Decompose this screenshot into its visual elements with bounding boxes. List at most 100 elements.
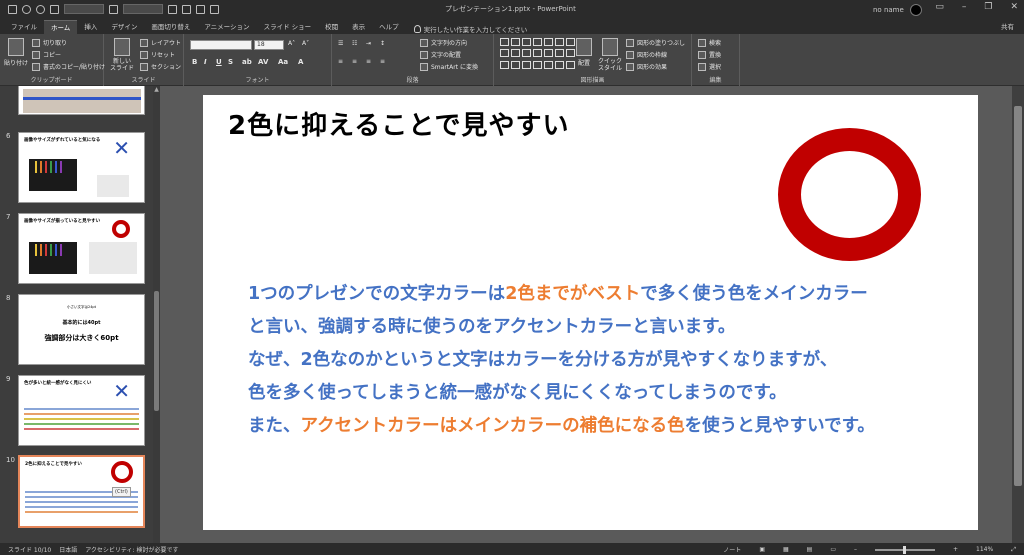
font-color-icon[interactable]: A [298,58,303,66]
bold-icon[interactable]: B [192,58,197,66]
reset-button[interactable]: リセット [140,50,175,59]
shapes-gallery[interactable] [500,38,575,70]
shapes-icon[interactable] [182,4,191,14]
shape-icon[interactable] [522,49,531,58]
shadow-icon[interactable]: S [228,58,233,66]
touch-mode-icon[interactable] [168,4,177,14]
tab-design[interactable]: デザイン [104,20,144,34]
slide-thumbnail[interactable]: 色が多いと統一感がなく見にくい ✕ [18,375,145,446]
layout-button[interactable]: レイアウト [140,38,181,47]
fit-slide-icon[interactable]: ⤢ [1011,546,1016,554]
numbering-icon[interactable]: ☷ [352,40,357,47]
strikethrough-icon[interactable]: ab [242,58,252,66]
slide-thumbnail[interactable]: 小さい文字は24pt 基本的には40pt 強調部分は大きく60pt [18,294,145,365]
slide-title[interactable]: 2色に抑えることで見やすい [228,105,570,142]
ribbon-display-icon[interactable]: ▭ [935,2,944,12]
shape-icon[interactable] [533,60,542,69]
text-direction-button[interactable]: 文字列の方向 [420,38,467,47]
redo-icon[interactable] [36,4,45,14]
language-indicator[interactable]: 日本語 [59,545,77,554]
tab-review[interactable]: 校閲 [318,20,345,34]
shape-icon[interactable] [533,49,542,58]
shape-icon[interactable] [566,38,575,46]
undo-icon[interactable] [22,4,31,14]
user-account[interactable]: no name [873,4,922,16]
slide-thumbnail[interactable] [18,86,145,115]
thumbnail-scrollbar[interactable]: ▲ [153,86,160,543]
format-painter-button[interactable]: 書式のコピー/貼り付け [32,62,105,71]
grow-font-icon[interactable]: A˄ [288,40,295,47]
shape-icon[interactable] [500,60,509,69]
cut-button[interactable]: 切り取り [32,38,67,47]
paste-button[interactable]: 貼り付け [4,38,28,67]
arrange-icon[interactable] [196,4,205,14]
zoom-level[interactable]: 114% [976,546,993,553]
slide-thumbnail[interactable]: 画像やサイズが揃っていると見やすい [18,213,145,284]
shape-icon[interactable] [500,38,509,46]
align-text-button[interactable]: 文字の配置 [420,50,461,59]
shape-outline-button[interactable]: 図形の枠線 [626,50,667,59]
shape-icon[interactable] [555,60,564,69]
shape-icon[interactable] [555,38,564,46]
tab-transitions[interactable]: 画面切り替え [144,20,197,34]
sorter-view-icon[interactable]: ▦ [783,546,789,553]
line-spacing-icon[interactable]: ↕ [380,40,385,47]
font-size-dropdown[interactable]: 18 [254,40,284,50]
shape-icon[interactable] [511,60,520,69]
align-center-icon[interactable]: ≡ [352,58,357,65]
zoom-out-icon[interactable]: – [854,546,857,553]
tab-view[interactable]: 表示 [345,20,372,34]
tab-animations[interactable]: アニメーション [197,20,256,34]
shape-icon[interactable] [522,60,531,69]
paste-options-tag[interactable]: (Ctrl) [112,487,131,497]
text-icon[interactable] [109,4,118,14]
shape-effects-button[interactable]: 図形の効果 [626,62,667,71]
shape-icon[interactable] [566,49,575,58]
canvas-scrollbar[interactable] [1012,86,1024,543]
shape-fill-button[interactable]: 図形の塗りつぶし [626,38,685,47]
indent-icon[interactable]: ⇥ [366,40,371,47]
section-button[interactable]: セクション [140,62,181,71]
normal-view-icon[interactable]: ▣ [759,546,765,553]
current-slide[interactable]: 2色に抑えることで見やすい 1つのプレゼンでの文字カラーは2色までがベストで多く… [203,95,978,530]
share-button[interactable]: 共有 [1001,21,1014,31]
accessibility-status[interactable]: アクセシビリティ: 検討が必要です [85,545,178,554]
minimize-icon[interactable]: – [962,2,967,12]
smartart-button[interactable]: SmartArt に変換 [420,62,478,71]
shape-icon[interactable] [555,49,564,58]
slideshow-view-icon[interactable]: ▭ [830,546,836,553]
font-name-dropdown[interactable] [190,40,252,50]
qat-size-field[interactable] [123,4,163,14]
select-button[interactable]: 選択 [698,62,721,71]
start-slideshow-icon[interactable] [50,4,59,14]
bullets-icon[interactable]: ☰ [338,40,343,47]
qat-font-field[interactable] [64,4,104,14]
tell-me-box[interactable]: 実行したい作業を入力してください [406,24,527,34]
copy-button[interactable]: コピー [32,50,61,59]
zoom-slider[interactable] [875,545,935,554]
slide-thumbnail[interactable]: 画像やサイズがずれていると気になる ✕ [18,132,145,203]
slide-thumbnail-selected[interactable]: 2色に抑えることで見やすい (Ctrl) [18,455,145,528]
scroll-up-icon[interactable]: ▲ [153,86,160,94]
shape-icon[interactable] [500,49,509,58]
replace-button[interactable]: 置換 [698,50,721,59]
shape-icon[interactable] [522,38,531,46]
circle-mark-shape[interactable] [778,128,921,261]
shape-icon[interactable] [566,60,575,69]
shape-icon[interactable] [544,38,553,46]
spacing-icon[interactable]: AV [258,58,268,66]
shape-icon[interactable] [533,38,542,46]
shape-icon[interactable] [511,38,520,46]
quick-styles-button[interactable]: クイック スタイル [598,38,622,72]
tab-help[interactable]: ヘルプ [372,20,406,34]
scrollbar-thumb[interactable] [154,291,159,411]
new-slide-button[interactable]: 新しい スライド [110,38,134,72]
align-left-icon[interactable]: ≡ [338,58,343,65]
reading-view-icon[interactable]: ▤ [807,546,813,553]
shape-icon[interactable] [544,60,553,69]
slide-thumbnail-panel[interactable]: 6 画像やサイズがずれていると気になる ✕ 7 画像やサイズが揃っていると見やす… [0,86,160,543]
tab-file[interactable]: ファイル [4,20,44,34]
save-icon[interactable] [8,4,17,14]
restore-icon[interactable]: ❐ [984,2,992,12]
tab-slideshow[interactable]: スライド ショー [257,20,319,34]
